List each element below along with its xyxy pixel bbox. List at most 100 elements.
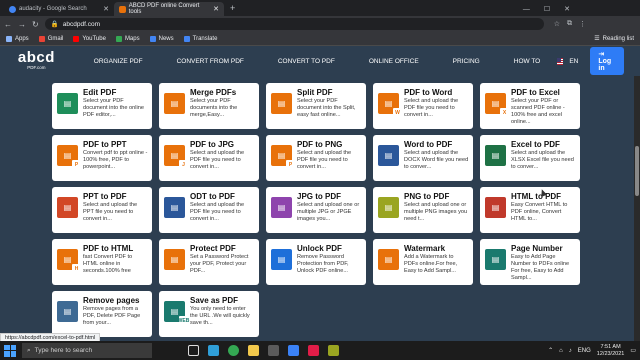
store-icon[interactable] [268,345,279,356]
tool-badge: P [286,160,295,169]
app-icon[interactable] [288,345,299,356]
tool-card-pdf-to-png[interactable]: ▤ P PDF to PNG Select and upload the PDF fi… [266,135,366,181]
tool-text: PDF to PPT Convert pdf to ppt online - 10… [83,140,148,178]
nav-online-office[interactable]: ONLINE OFFICE [352,58,436,65]
tool-card-png-to-pdf[interactable]: ▤ PNG to PDF Select and upload one or mult… [373,187,473,233]
address-bar[interactable]: 🔒 abcdpdf.com [44,18,544,30]
back-icon[interactable]: ← [4,20,12,29]
menu-icon[interactable]: ⋮ [579,20,586,28]
volume-icon[interactable]: ♪ [569,348,572,354]
forward-icon[interactable]: → [18,20,26,29]
scrollbar-thumb[interactable] [635,146,639,196]
close-icon[interactable]: ✕ [103,5,109,13]
bookmark-news[interactable]: News [149,35,174,42]
explorer-icon[interactable] [248,345,259,356]
tool-card-remove-pages[interactable]: ▤ Remove pages Remove pages from a PDF, De… [52,291,152,337]
tool-icon: ▤ [271,93,292,114]
bookmark-translate[interactable]: Translate [183,35,217,42]
edge-icon[interactable] [208,345,219,356]
tab-audacity[interactable]: audacity - Google Search ✕ [4,2,114,16]
task-view-icon[interactable] [188,345,199,356]
tool-title: PDF to JPG [190,140,235,149]
tool-icon: ▤ H [57,249,81,273]
network-icon[interactable]: ⌂ [559,348,563,354]
tool-card-pdf-to-excel[interactable]: ▤ X PDF to Excel Select your PDF or scanned… [480,83,580,129]
nav-convert-from-pdf[interactable]: CONVERT FROM PDF [160,58,261,65]
tool-card-pdf-to-ppt[interactable]: ▤ P PDF to PPT Convert pdf to ppt online - … [52,135,152,181]
star-icon[interactable]: ☆ [554,20,560,28]
translate-icon [183,35,190,42]
tab-abcdpdf[interactable]: ABCD PDF online Convert tools ✕ [114,2,224,16]
tool-badge: J [179,160,188,169]
tool-card-unlock-pdf[interactable]: ▤ Unlock PDF Remove Password Protection fr… [266,239,366,285]
tool-card-excel-to-pdf[interactable]: ▤ Excel to PDF Select and upload the XLSX … [480,135,580,181]
site-logo[interactable]: abcd PDF.com [16,50,57,71]
tool-icon: ▤ [378,249,399,270]
media-icon[interactable] [328,345,339,356]
tool-title: Remove pages [83,296,140,305]
tool-card-edit-pdf[interactable]: ▤ Edit PDF Select your PDF document into t… [52,83,152,129]
chevron-up-icon[interactable]: ⌃ [548,347,553,354]
tool-card-pdf-to-word[interactable]: ▤ W PDF to Word Select and upload the PDF f… [373,83,473,129]
tool-badge: W [393,108,402,117]
tool-card-word-to-pdf[interactable]: ▤ Word to PDF Select and upload the DOCX W… [373,135,473,181]
tool-card-merge-pdfs[interactable]: ▤ Merge PDFs Select your PDF documents int… [159,83,259,129]
tool-text: Watermark Add a Watermark to PDFs online.… [404,244,469,282]
tool-icon: ▤ [378,145,399,166]
chrome-icon[interactable] [228,345,239,356]
bookmark-youtube[interactable]: YouTube [73,35,106,42]
tool-text: HTML to PDF Easy Convert HTML to PDF onli… [511,192,576,230]
tab-label: audacity - Google Search [19,6,87,12]
nav-organize-pdf[interactable]: ORGANIZE PDF [77,58,160,65]
close-icon[interactable]: ✕ [213,5,219,13]
tool-card-odt-to-pdf[interactable]: ▤ ODT to PDF Select and upload the PDF fil… [159,187,259,233]
tool-title: PPT to PDF [83,192,127,201]
tool-card-save-as-pdf[interactable]: ▤ WEB Save as PDF You only need to enter th… [159,291,259,337]
tool-description: Select your PDF or scanned PDF online - … [511,98,565,125]
tray-lang[interactable]: ENG [578,348,591,354]
tool-title: Merge PDFs [190,88,237,97]
tool-card-pdf-to-jpg[interactable]: ▤ J PDF to JPG Select and upload the PDF fi… [159,135,259,181]
extensions-icon[interactable]: ⧉ [567,20,572,28]
photos-icon[interactable] [308,345,319,356]
nav-convert-to-pdf[interactable]: CONVERT TO PDF [261,58,352,65]
taskbar-search[interactable]: ⌕ Type here to search [22,343,152,358]
page-scrollbar[interactable] [634,76,640,341]
notification-icon[interactable]: ▭ [630,347,636,354]
reading-list[interactable]: ☰ Reading list [594,35,634,43]
tool-card-pdf-to-html[interactable]: ▤ H PDF to HTML fast Convert PDF to HTML on… [52,239,152,285]
tool-title: PNG to PDF [404,192,450,201]
tool-title: PDF to Word [404,88,453,97]
tool-icon: ▤ [271,249,292,270]
bookmark-maps[interactable]: Maps [115,35,140,42]
tool-text: Unlock PDF Remove Password Protection fro… [297,244,362,282]
clock[interactable]: 7:51 AM 12/23/2021 [597,344,625,358]
tool-card-page-number[interactable]: ▤ Page Number Easy to Add Page Number to P… [480,239,580,285]
maximize-icon[interactable]: ☐ [544,5,550,13]
tool-badge: WEB [177,316,190,325]
nav-how-to[interactable]: HOW TO [497,58,557,65]
tool-card-html-to-pdf[interactable]: ▤ HTML to PDF Easy Convert HTML to PDF onl… [480,187,580,233]
tool-text: Edit PDF Select your PDF document into th… [83,88,148,126]
minimize-icon[interactable]: — [523,6,530,13]
tool-card-ppt-to-pdf[interactable]: ▤ PPT to PDF Select and upload the PPT fil… [52,187,152,233]
tool-card-jpg-to-pdf[interactable]: ▤ JPG to PDF Select and upload one or mult… [266,187,366,233]
gmail-icon [38,35,45,42]
tool-description: Select and upload the DOCX Word file you… [404,150,469,170]
youtube-icon [73,35,80,42]
close-window-icon[interactable]: ✕ [564,5,570,13]
login-button[interactable]: ⇥ Log in [590,47,624,75]
windows-start-icon[interactable] [4,344,16,357]
tool-card-protect-pdf[interactable]: ▤ Protect PDF Set a Password Protect your … [159,239,259,285]
language-selector[interactable]: EN ⇥ Log in [557,47,624,75]
reload-icon[interactable]: ↻ [32,20,39,29]
new-tab-button[interactable]: + [224,2,241,16]
tools-grid: ▤ Edit PDF Select your PDF document into t… [52,83,580,337]
window-controls: — ☐ ✕ [523,2,640,16]
tool-card-split-pdf[interactable]: ▤ Split PDF Select your PDF document into … [266,83,366,129]
bookmark-apps[interactable]: Apps [6,35,29,42]
tool-card-watermark[interactable]: ▤ Watermark Add a Watermark to PDFs online… [373,239,473,285]
nav-pricing[interactable]: PRICING [436,58,497,65]
tool-text: Page Number Easy to Add Page Number to PD… [511,244,576,282]
bookmark-gmail[interactable]: Gmail [38,35,63,42]
